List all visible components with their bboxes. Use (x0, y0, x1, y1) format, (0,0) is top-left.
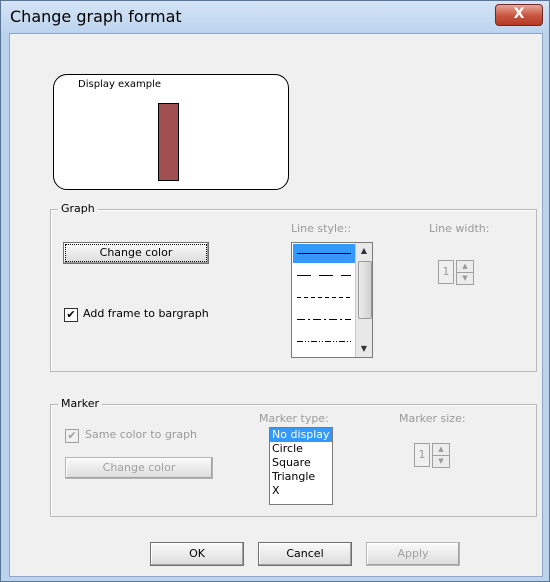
line-width-value[interactable]: 1 (438, 260, 454, 284)
marker-type-item[interactable]: No display (270, 428, 332, 442)
close-icon: X (513, 6, 525, 22)
spin-down-icon[interactable]: ▼ (456, 272, 474, 285)
marker-type-list[interactable]: No display Circle Square Triangle X (269, 427, 333, 505)
marker-change-color-button[interactable]: Change color (65, 457, 213, 479)
display-example-panel: Display example (53, 74, 289, 190)
line-style-dash-dot[interactable] (293, 310, 355, 329)
graph-change-color-button[interactable]: Change color (63, 242, 209, 264)
line-style-dash[interactable] (293, 288, 355, 307)
add-frame-checkbox[interactable]: ✔ (64, 308, 78, 322)
sample-bar (158, 103, 179, 181)
marker-type-item[interactable]: Triangle (270, 470, 332, 484)
cancel-button[interactable]: Cancel (258, 542, 352, 566)
close-button[interactable]: X (495, 4, 543, 26)
scroll-up-icon[interactable]: ▲ (356, 243, 372, 259)
scroll-down-icon[interactable]: ▼ (356, 341, 372, 357)
graph-group: Graph Change color ✔ Add frame to bargra… (50, 202, 537, 372)
add-frame-label: Add frame to bargraph (83, 307, 209, 320)
marker-type-label: Marker type: (259, 412, 329, 425)
title-bar[interactable]: Change graph format X (1, 1, 549, 33)
marker-size-label: Marker size: (399, 412, 466, 425)
scroll-thumb[interactable] (358, 261, 372, 319)
same-color-checkbox[interactable]: ✔ (65, 429, 79, 443)
spin-down-icon[interactable]: ▼ (432, 455, 450, 468)
marker-group: Marker ✔ Same color to graph Change colo… (50, 397, 537, 517)
line-style-long-dash[interactable] (293, 266, 355, 285)
marker-type-item[interactable]: Square (270, 456, 332, 470)
line-style-label: Line style:: (291, 222, 352, 235)
marker-size-value[interactable]: 1 (414, 443, 430, 467)
dialog-body: Display example Graph Change color ✔ Add… (9, 33, 543, 577)
line-style-list[interactable]: ▲ ▼ (291, 242, 373, 358)
ok-button[interactable]: OK (150, 542, 244, 566)
marker-group-label: Marker (58, 397, 103, 410)
apply-button[interactable]: Apply (366, 542, 460, 566)
marker-type-item[interactable]: X (270, 484, 332, 498)
graph-group-label: Graph (58, 202, 98, 215)
display-example-label: Display example (78, 79, 162, 90)
marker-type-item[interactable]: Circle (270, 442, 332, 456)
same-color-label: Same color to graph (85, 428, 198, 441)
line-style-dash-dot-dot[interactable] (293, 332, 355, 351)
line-width-label: Line width: (429, 222, 490, 235)
dialog-window: Change graph format X Display example Gr… (0, 0, 550, 582)
window-title: Change graph format (10, 7, 182, 26)
line-style-scrollbar[interactable]: ▲ ▼ (355, 243, 372, 357)
line-style-solid[interactable] (293, 244, 355, 263)
